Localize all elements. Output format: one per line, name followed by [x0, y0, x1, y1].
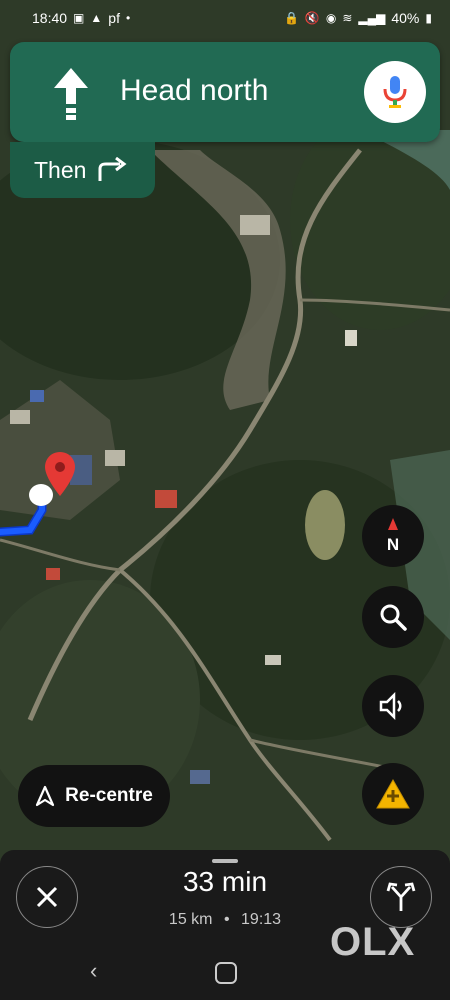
trip-separator: •: [223, 911, 230, 928]
alternate-routes-icon: [386, 882, 416, 911]
battery-icon: ▮: [425, 11, 432, 25]
compass-button[interactable]: N: [362, 505, 424, 567]
voice-search-button[interactable]: [364, 61, 426, 123]
signal-icon: ▂▄▆: [358, 11, 386, 25]
search-icon: [380, 604, 407, 631]
location-icon: ◉: [325, 11, 337, 25]
recenter-label: Re-centre: [65, 785, 153, 806]
trip-distance: 15 km: [168, 911, 213, 928]
battery-percent: 40%: [391, 10, 420, 26]
turn-right-icon: [98, 157, 127, 181]
mic-icon: [383, 76, 407, 108]
volume-icon: [379, 692, 402, 720]
status-app-text: pf: [108, 10, 120, 26]
mute-icon: 🔇: [304, 11, 320, 25]
gallery-icon: ▣: [73, 11, 85, 25]
report-incident-button[interactable]: [362, 763, 424, 825]
home-icon[interactable]: [215, 962, 237, 984]
volume-button[interactable]: [362, 675, 424, 737]
navigation-instruction-card[interactable]: Head north: [10, 42, 440, 142]
then-label: Then: [34, 156, 87, 183]
recenter-button[interactable]: Re-centre: [18, 765, 170, 827]
alternate-routes-button[interactable]: [370, 866, 432, 928]
sheet-handle[interactable]: [212, 859, 238, 863]
status-time: 18:40: [32, 10, 68, 26]
search-button[interactable]: [362, 586, 424, 648]
wifi-icon: ≋: [342, 11, 353, 25]
next-step-card[interactable]: Then: [10, 142, 155, 198]
navigation-icon: ▲: [90, 11, 103, 25]
navigation-instruction: Head north: [120, 74, 269, 107]
svg-text:N: N: [387, 535, 399, 554]
back-icon[interactable]: ‹: [90, 958, 97, 984]
compass-north-icon: N: [387, 518, 399, 554]
status-bar: 18:40 ▣ ▲ pf • 🔒 🔇 ◉ ≋ ▂▄▆ 40% ▮: [0, 0, 450, 36]
watermark-logo: OLX: [330, 920, 416, 964]
lock-icon: 🔒: [283, 11, 299, 25]
arrow-up-icon: [54, 68, 88, 120]
report-incident-icon: [376, 778, 410, 809]
notification-dot-icon: •: [125, 11, 131, 25]
current-location-marker: [29, 484, 53, 506]
navigation-arrow-icon: [36, 785, 55, 807]
arrival-time: 19:13: [241, 911, 282, 928]
